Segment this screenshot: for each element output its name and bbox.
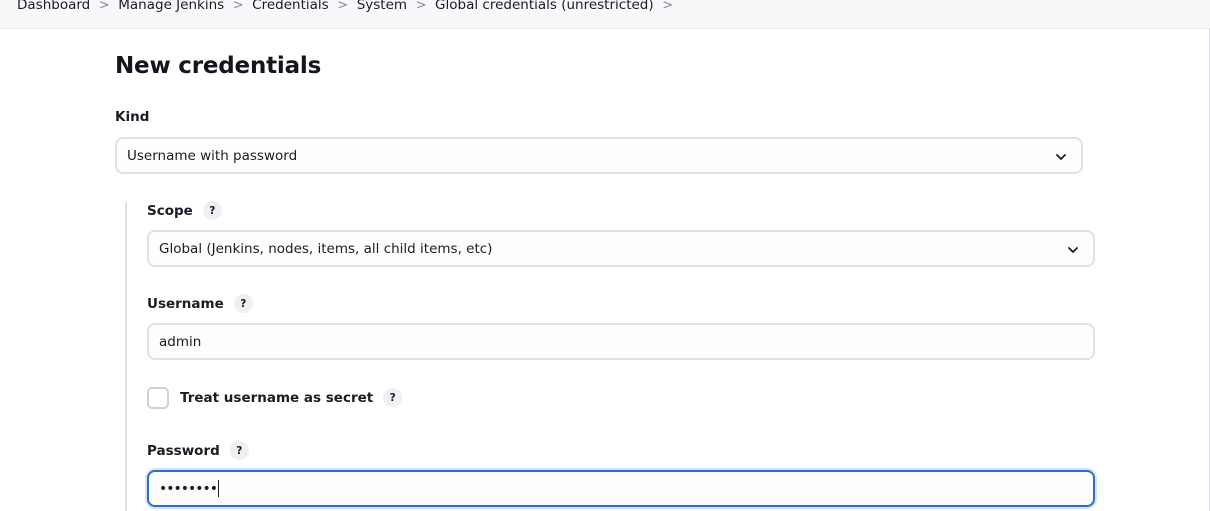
password-help-icon[interactable]: ?: [229, 441, 249, 460]
password-label-text: Password: [147, 442, 220, 459]
scope-help-icon[interactable]: ?: [202, 201, 222, 220]
treat-username-secret-checkbox[interactable]: [147, 387, 169, 409]
breadcrumb-dashboard[interactable]: Dashboard: [17, 0, 90, 13]
kind-select-value: Username with password: [127, 147, 298, 164]
chevron-down-icon: [1068, 247, 1078, 253]
treat-secret-help-icon[interactable]: ?: [383, 388, 403, 407]
username-label-text: Username: [147, 295, 224, 312]
breadcrumb-global-credentials[interactable]: Global credentials (unrestricted): [435, 0, 654, 13]
breadcrumb-bar: Dashboard > Manage Jenkins > Credentials…: [0, 0, 1210, 29]
username-help-icon[interactable]: ?: [233, 294, 253, 313]
scope-select[interactable]: Global (Jenkins, nodes, items, all child…: [147, 230, 1095, 267]
breadcrumb-credentials[interactable]: Credentials: [252, 0, 329, 13]
chevron-right-icon[interactable]: >: [654, 0, 682, 13]
breadcrumb-manage-jenkins[interactable]: Manage Jenkins: [118, 0, 224, 13]
username-value: admin: [159, 333, 202, 350]
chevron-right-icon: >: [232, 0, 244, 13]
password-label: Password ?: [147, 441, 249, 460]
username-input[interactable]: admin: [147, 323, 1095, 360]
chevron-right-icon: >: [415, 0, 427, 13]
nested-section-bar: [125, 202, 127, 511]
kind-select[interactable]: Username with password: [115, 137, 1083, 174]
chevron-right-icon: >: [98, 0, 110, 13]
breadcrumb-system[interactable]: System: [357, 0, 407, 13]
chevron-right-icon: >: [337, 0, 349, 13]
breadcrumb: Dashboard > Manage Jenkins > Credentials…: [17, 0, 682, 18]
treat-username-secret-text[interactable]: Treat username as secret: [180, 390, 373, 406]
page-title: New credentials: [115, 53, 322, 79]
text-caret: [218, 480, 220, 497]
username-label: Username ?: [147, 294, 253, 313]
scope-label: Scope ?: [147, 201, 222, 220]
scope-select-value: Global (Jenkins, nodes, items, all child…: [159, 240, 493, 257]
kind-label: Kind: [115, 109, 149, 125]
password-value: ••••••••: [159, 480, 218, 497]
chevron-down-icon: [1056, 154, 1066, 160]
scope-label-text: Scope: [147, 202, 193, 219]
treat-username-secret-label: Treat username as secret ?: [180, 388, 403, 407]
password-input[interactable]: ••••••••: [147, 470, 1095, 507]
kind-label-text: Kind: [115, 109, 150, 125]
